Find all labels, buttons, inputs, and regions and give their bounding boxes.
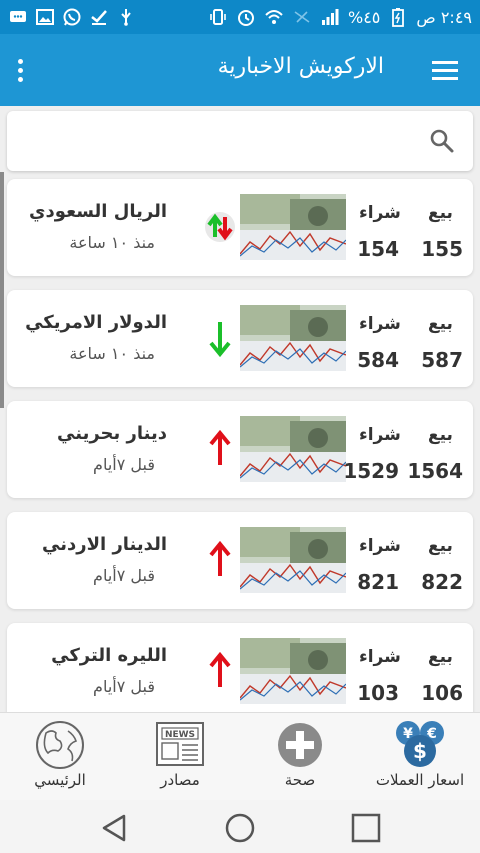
newspaper-icon-text: NEWS (165, 730, 195, 740)
trend-up-down-icon (203, 207, 237, 247)
currency-name: الدينار الاردني (42, 534, 167, 555)
usb-icon (116, 7, 136, 27)
vibrate-icon (208, 7, 228, 27)
nav-home[interactable]: الرئيسي (0, 713, 120, 801)
currency-name: دينار بحريني (57, 423, 167, 444)
currency-updated-time: منذ ١٠ ساعة (69, 233, 155, 252)
image-icon (35, 7, 55, 27)
battery-level: ٤٥% (348, 7, 381, 27)
recent-apps-icon[interactable] (348, 810, 384, 846)
nav-currency-prices-label: اسعار العملات (375, 771, 465, 789)
back-icon[interactable] (96, 810, 132, 846)
status-bar: ٢:٤٩ ص ٤٥% (0, 0, 480, 34)
trend-down-icon (203, 318, 237, 358)
buy-label: شراء (359, 425, 401, 445)
currency-updated-time: قبل ٧أيام (93, 566, 155, 585)
nav-health[interactable]: صحة (240, 713, 360, 801)
scrollbar[interactable] (0, 172, 4, 408)
app-title: الاركويش الاخبارية (217, 54, 384, 79)
signal-icon (320, 7, 340, 27)
buy-label: شراء (359, 314, 401, 334)
search-bar (7, 111, 473, 171)
battery-icon (388, 7, 408, 27)
health-plus-icon (274, 719, 326, 771)
money-thumbnail (240, 416, 346, 482)
money-thumbnail (240, 638, 346, 704)
home-circle-icon[interactable] (222, 810, 258, 846)
currency-card[interactable]: دينار بحريني قبل ٧أيام شراء بيع 1529 156… (7, 401, 473, 498)
whatsapp-icon (62, 7, 82, 27)
sell-label: بيع (428, 536, 453, 556)
currency-updated-time: منذ ١٠ ساعة (69, 344, 155, 363)
search-icon[interactable] (429, 128, 455, 154)
currency-list: الريال السعودي منذ ١٠ ساعة شراء بيع 154 … (7, 179, 473, 734)
currency-updated-time: قبل ٧أيام (93, 455, 155, 474)
currency-exchange-icon: ¥ € $ (394, 719, 446, 771)
system-navigation-bar (0, 800, 480, 853)
nav-home-label: الرئيسي (34, 771, 86, 789)
globe-icon (34, 719, 86, 771)
currency-updated-time: قبل ٧أيام (93, 677, 155, 696)
svg-text:$: $ (413, 739, 427, 763)
buy-value: 584 (357, 348, 399, 372)
currency-card[interactable]: الريال السعودي منذ ١٠ ساعة شراء بيع 154 … (7, 179, 473, 276)
nav-sources-label: مصادر (160, 771, 200, 789)
buy-value: 821 (357, 570, 399, 594)
sell-value: 822 (421, 570, 463, 594)
sell-value: 106 (421, 681, 463, 705)
status-bar-system: ٢:٤٩ ص ٤٥% (208, 7, 472, 27)
currency-name: الليره التركي (51, 645, 167, 666)
buy-label: شراء (359, 203, 401, 223)
buy-value: 154 (357, 237, 399, 261)
nav-health-label: صحة (284, 771, 316, 789)
sell-value: 587 (421, 348, 463, 372)
newspaper-icon: NEWS (154, 719, 206, 771)
hamburger-menu-icon[interactable] (432, 60, 458, 80)
status-bar-notifications (8, 7, 136, 27)
trend-up-icon (203, 651, 237, 691)
status-time: ٢:٤٩ ص (416, 7, 472, 27)
sell-value: 1564 (407, 459, 463, 483)
sell-label: بيع (428, 647, 453, 667)
currency-name: الريال السعودي (29, 201, 167, 222)
currency-card[interactable]: الدولار الامريكي منذ ١٠ ساعة شراء بيع 58… (7, 290, 473, 387)
money-thumbnail (240, 305, 346, 371)
currency-card[interactable]: الدينار الاردني قبل ٧أيام شراء بيع 821 8… (7, 512, 473, 609)
currency-card[interactable]: الليره التركي قبل ٧أيام شراء بيع 103 106 (7, 623, 473, 720)
sell-value: 155 (421, 237, 463, 261)
sell-label: بيع (428, 203, 453, 223)
buy-label: شراء (359, 536, 401, 556)
alarm-icon (236, 7, 256, 27)
app-bar: الاركويش الاخبارية (0, 34, 480, 106)
trend-up-icon (203, 540, 237, 580)
data-off-icon (292, 7, 312, 27)
nav-sources[interactable]: NEWS مصادر (120, 713, 240, 801)
sell-label: بيع (428, 425, 453, 445)
check-icon (89, 7, 109, 27)
nav-currency-prices[interactable]: ¥ € $ اسعار العملات (360, 713, 480, 801)
search-input[interactable] (19, 121, 403, 163)
money-thumbnail (240, 527, 346, 593)
buy-value: 1529 (343, 459, 399, 483)
currency-name: الدولار الامريكي (25, 312, 167, 333)
money-thumbnail (240, 194, 346, 260)
chat-icon (8, 7, 28, 27)
buy-label: شراء (359, 647, 401, 667)
buy-value: 103 (357, 681, 399, 705)
bottom-navigation: الرئيسي NEWS مصادر صحة ¥ € $ اسعار العملات (0, 712, 480, 801)
wifi-icon (264, 7, 284, 27)
overflow-menu-icon[interactable] (18, 58, 23, 82)
trend-up-icon (203, 429, 237, 469)
sell-label: بيع (428, 314, 453, 334)
